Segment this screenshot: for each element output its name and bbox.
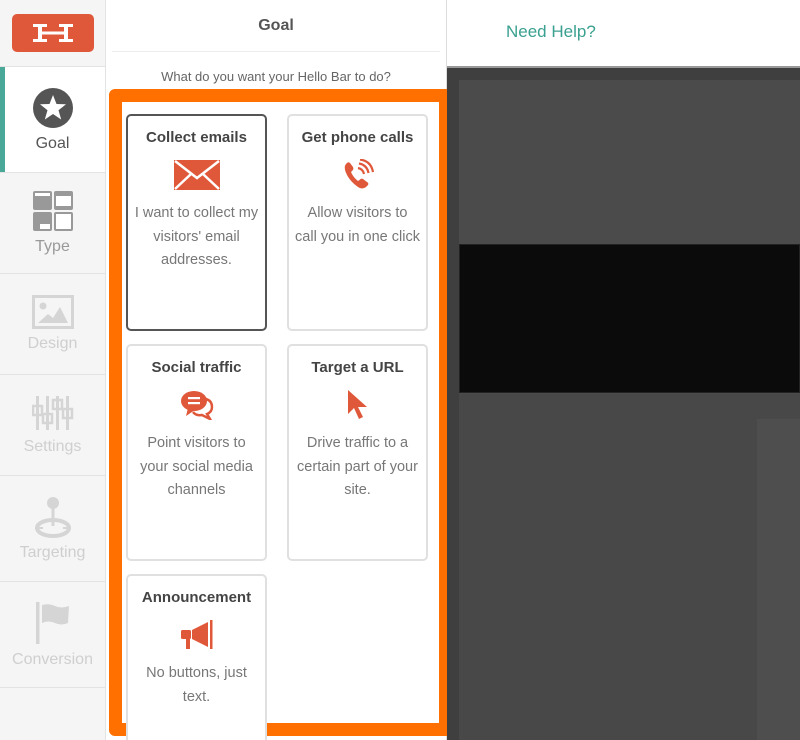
image-icon — [31, 295, 74, 329]
goal-option-description: I want to collect my visitors' email add… — [134, 205, 259, 268]
sidebar-item-label: Goal — [35, 134, 70, 152]
goal-option-target-url[interactable]: Target a URL Drive traffic to a certain … — [287, 344, 428, 561]
goal-option-title: Get phone calls — [301, 129, 414, 146]
sidebar-item-label: Design — [27, 335, 78, 352]
need-help-link[interactable]: Need Help? — [506, 22, 596, 42]
panel-title: Goal — [112, 0, 440, 52]
goal-panel: Goal What do you want your Hello Bar to … — [106, 0, 452, 740]
goal-options-highlight: Collect emails I want to collect my visi… — [109, 89, 452, 740]
star-icon — [32, 87, 73, 128]
preview-card — [757, 419, 800, 740]
top-bar: Need Help? — [447, 0, 800, 68]
megaphone-icon — [180, 612, 214, 658]
sidebar-item-label: Settings — [23, 438, 82, 455]
sidebar-nav: Goal Type Design Settings Targeting Conv… — [0, 0, 106, 740]
sidebar-item-label: Targeting — [19, 543, 86, 561]
goal-option-title: Collect emails — [146, 129, 247, 146]
goal-option-description: Point visitors to your social media chan… — [140, 435, 253, 498]
sidebar-item-settings[interactable]: Settings — [0, 375, 105, 476]
goal-option-collect-emails[interactable]: Collect emails I want to collect my visi… — [126, 114, 267, 331]
goal-option-title: Social traffic — [151, 359, 242, 376]
goal-option-announcement[interactable]: Announcement No buttons, just text. — [126, 574, 267, 740]
goal-option-title: Announcement — [141, 589, 252, 606]
phone-icon — [342, 152, 374, 198]
layout-grid-icon — [32, 191, 73, 231]
logo-area — [0, 0, 105, 67]
hello-bar-logo[interactable] — [11, 14, 94, 52]
goal-option-title: Target a URL — [311, 359, 404, 376]
goal-options-grid: Collect emails I want to collect my visi… — [126, 114, 428, 740]
sidebar-item-label: Conversion — [12, 650, 93, 668]
sidebar-item-targeting[interactable]: Targeting — [0, 476, 105, 582]
cursor-arrow-icon — [346, 382, 370, 428]
goal-option-phone-calls[interactable]: Get phone calls Allow visitors to call y… — [287, 114, 428, 331]
goal-option-description: Allow visitors to call you in one click — [295, 205, 420, 245]
sidebar-item-design[interactable]: Design — [0, 274, 105, 375]
goal-option-description: No buttons, just text. — [146, 665, 247, 705]
panel-subtitle: What do you want your Hello Bar to do? — [161, 69, 391, 84]
site-preview — [447, 68, 800, 740]
goal-option-social-traffic[interactable]: Social traffic Point visitors to your so… — [126, 344, 267, 561]
flag-icon — [35, 601, 69, 644]
target-pin-icon — [34, 496, 71, 538]
preview-content — [459, 394, 800, 740]
envelope-icon — [173, 152, 220, 198]
sidebar-item-conversion[interactable]: Conversion — [0, 582, 105, 688]
chat-bubbles-icon — [180, 382, 214, 428]
preview-hero-band — [459, 244, 800, 393]
sliders-icon — [31, 396, 73, 430]
sidebar-item-goal[interactable]: Goal — [0, 67, 105, 173]
hello-bar-logo-icon — [32, 24, 73, 42]
sidebar-item-type[interactable]: Type — [0, 173, 105, 274]
sidebar-item-label: Type — [35, 238, 70, 255]
goal-option-description: Drive traffic to a certain part of your … — [297, 435, 418, 498]
